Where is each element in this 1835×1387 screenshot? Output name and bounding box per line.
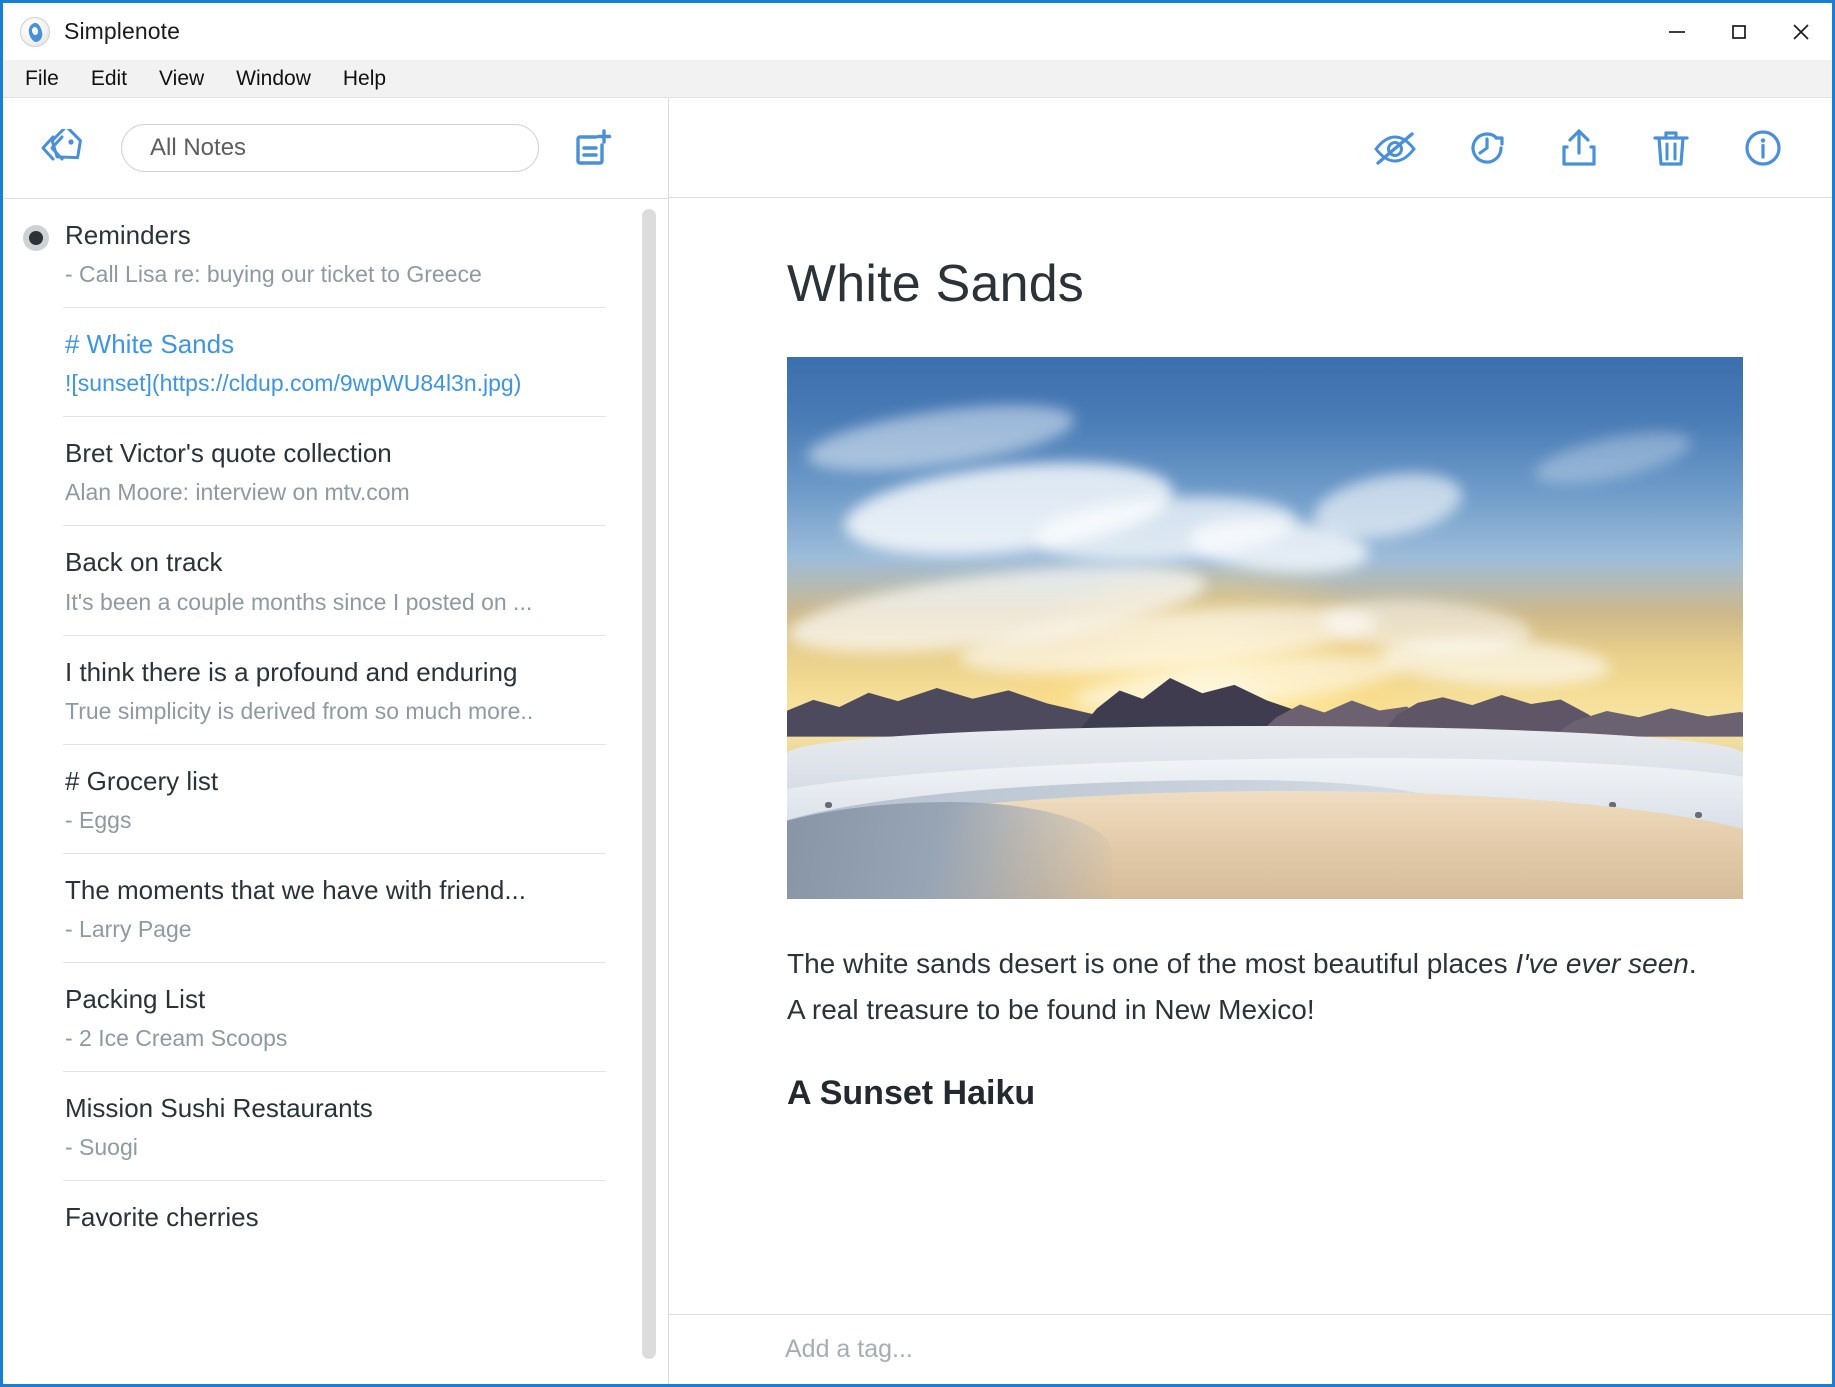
menu-bar: File Edit View Window Help	[3, 60, 1832, 98]
note-subheading: A Sunset Haiku	[787, 1073, 1036, 1112]
menu-edit[interactable]: Edit	[77, 65, 141, 93]
list-item[interactable]: Back on track It's been a couple months …	[3, 526, 668, 636]
note-preview: - Suogi	[65, 1134, 138, 1161]
menu-help[interactable]: Help	[329, 65, 400, 93]
tag-bar[interactable]: Add a tag...	[669, 1314, 1832, 1384]
menu-window[interactable]: Window	[222, 65, 325, 93]
note-preview: - Eggs	[65, 806, 132, 833]
note-title: Favorite cherries	[65, 1202, 259, 1233]
app-window: Simplenote File Edit View Window Help Al…	[0, 0, 1835, 1387]
pin-icon[interactable]	[23, 225, 49, 251]
list-item[interactable]: Favorite cherries	[3, 1181, 668, 1251]
share-upload-icon[interactable]	[1554, 123, 1604, 173]
close-icon[interactable]	[1770, 3, 1832, 60]
search-input[interactable]: All Notes	[121, 124, 539, 172]
note-preview: - 2 Ice Cream Scoops	[65, 1025, 288, 1052]
list-item[interactable]: # Grocery list - Eggs	[3, 745, 668, 854]
page-title: White Sands	[787, 255, 1085, 313]
notes-list-wrapper: Reminders - Call Lisa re: buying our tic…	[3, 198, 668, 1384]
list-item[interactable]: Packing List - 2 Ice Cream Scoops	[3, 963, 668, 1072]
list-item[interactable]: I think there is a profound and enduring…	[3, 636, 668, 745]
paragraph-text-1: The white sands desert is one of the mos…	[787, 948, 1516, 980]
info-circle-icon[interactable]	[1738, 123, 1788, 173]
note-editor-pane: White Sands The white sands desert is on…	[669, 98, 1832, 1384]
tag-icon[interactable]	[39, 126, 91, 170]
menu-view[interactable]: View	[145, 65, 218, 93]
note-title: Back on track	[65, 547, 223, 578]
list-item[interactable]: Mission Sushi Restaurants - Suogi	[3, 1072, 668, 1182]
clock-history-icon[interactable]	[1462, 123, 1512, 173]
note-title: # White Sands	[65, 329, 235, 360]
paragraph-italic: I've ever seen	[1515, 948, 1689, 980]
note-title: Mission Sushi Restaurants	[65, 1093, 373, 1123]
add-tag-input[interactable]: Add a tag...	[785, 1335, 913, 1364]
list-item[interactable]: The moments that we have with friend... …	[3, 854, 668, 963]
search-input-value: All Notes	[150, 134, 247, 161]
note-preview: - Call Lisa re: buying our ticket to Gre…	[65, 261, 482, 288]
note-title: # Grocery list	[65, 765, 219, 796]
note-preview: - Larry Page	[65, 915, 192, 942]
simplenote-logo-icon	[20, 16, 50, 47]
editor-toolbar	[669, 98, 1832, 198]
notes-list[interactable]: Reminders - Call Lisa re: buying our tic…	[3, 199, 668, 1384]
title-bar: Simplenote	[3, 3, 1832, 60]
note-title: I think there is a profound and enduring	[65, 656, 518, 687]
notes-sidebar: All Notes Reminders - Call Lisa re: buyi…	[3, 98, 669, 1384]
note-title: Packing List	[65, 983, 206, 1014]
maximize-icon[interactable]	[1708, 3, 1770, 60]
trash-icon[interactable]	[1646, 123, 1696, 173]
note-paragraph: The white sands desert is one of the mos…	[787, 941, 1712, 1032]
app-body: All Notes Reminders - Call Lisa re: buyi…	[3, 98, 1832, 1384]
list-item[interactable]: # White Sands ![sunset](https://cldup.co…	[3, 308, 668, 418]
note-title: Bret Victor's quote collection	[65, 438, 392, 469]
editor-content[interactable]: White Sands The white sands desert is on…	[669, 198, 1832, 1314]
note-title: The moments that we have with friend...	[65, 874, 526, 905]
note-title: Reminders	[65, 220, 191, 250]
image-dune-front-shade	[787, 801, 1113, 900]
list-item[interactable]: Reminders - Call Lisa re: buying our tic…	[3, 199, 668, 309]
minimize-icon[interactable]	[1646, 3, 1708, 60]
window-controls	[1646, 3, 1832, 60]
note-image	[787, 357, 1743, 900]
app-title: Simplenote	[64, 18, 181, 44]
sidebar-toolbar: All Notes	[3, 98, 668, 198]
new-note-icon[interactable]	[561, 122, 623, 174]
note-preview: Alan Moore: interview on mtv.com	[65, 479, 410, 506]
note-preview: ![sunset](https://cldup.com/9wpWU84l3n.j…	[65, 370, 522, 397]
note-preview: True simplicity is derived from so much …	[65, 697, 534, 724]
list-item[interactable]: Bret Victor's quote collection Alan Moor…	[3, 417, 668, 527]
eye-off-icon[interactable]	[1370, 123, 1420, 173]
menu-file[interactable]: File	[11, 65, 73, 93]
note-preview: It's been a couple months since I posted…	[65, 588, 533, 615]
